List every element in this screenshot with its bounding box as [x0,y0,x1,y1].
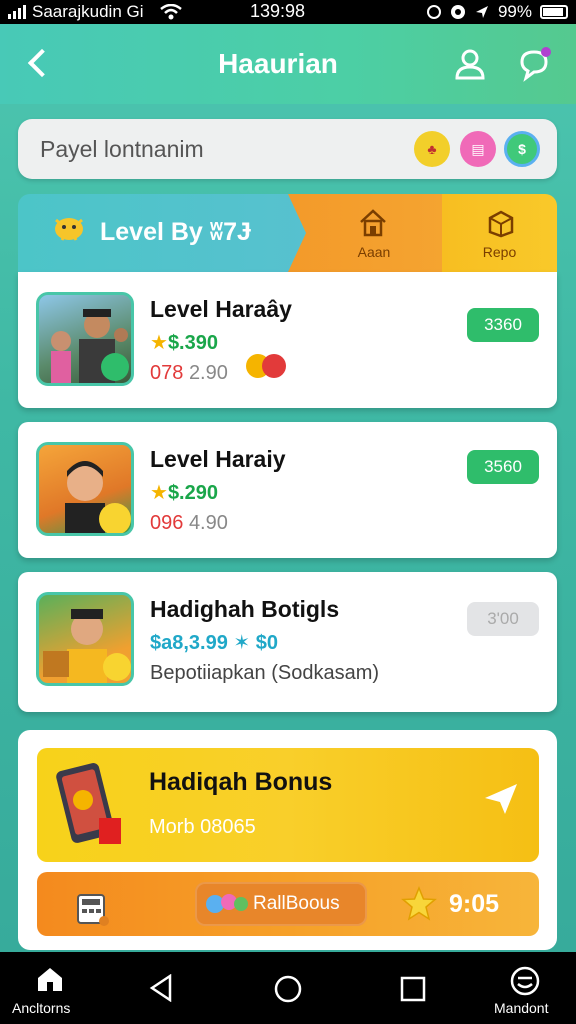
signal-icon [8,5,26,19]
search-placeholder: Payel lontnanim [40,136,204,162]
price-button[interactable]: 3560 [467,450,539,484]
price-button[interactable]: 3360 [467,308,539,342]
card-price: ★$.290 [150,482,218,504]
card-title: Level Haraiy [150,446,286,472]
nav-profile[interactable]: Mandont [494,966,564,1022]
list-item[interactable]: Level Haraiy ★$.290 096 4.90 3560 [18,422,557,558]
price-button[interactable]: 3'00 [467,602,539,636]
tab-repo[interactable]: Repo [442,194,557,272]
pink-badge-icon[interactable]: ▤ [460,131,496,167]
nav-profile-label: Mandont [494,1000,549,1016]
battery-percent: 99% [497,2,532,21]
location-icon [475,6,488,18]
card-subtitle: 078 2.90 [150,362,228,384]
home-nav-icon[interactable] [273,974,303,1004]
send-arrow-icon[interactable] [483,780,519,816]
bonus-subtitle: Morb 08065 [149,816,256,838]
chat-icon[interactable] [516,46,552,82]
tab-aran-label: Aaan [357,244,391,260]
characters-icon [206,894,248,913]
green-badge-icon[interactable]: $ [504,131,540,167]
box-icon [488,210,514,238]
status-time: 139:98 [250,1,306,21]
card-subtitle: Bepotiiapkan (Sodkasam) [150,662,380,684]
card-title: Level Haraây [150,296,292,322]
card-subtitle: 096 4.90 [150,512,228,534]
rewards-pill-label: RallBoous [253,893,340,914]
phone-icon [56,763,121,844]
nav-home-label: Ancltorns [12,1000,71,1016]
nav-home[interactable]: Ancltorns [12,966,88,1022]
bonus-title: Hadiqah Bonus [149,768,333,796]
card-price: $a8,3.99 ✶ $0 [150,632,278,654]
yellow-badge-icon[interactable]: ♣ [414,131,450,167]
house-icon [360,209,386,237]
thumbnail-image [36,592,134,686]
recents-nav-icon[interactable] [400,976,426,1002]
rewards-pill[interactable]: RallBoous [195,882,367,926]
account-icon [510,966,540,996]
tab-level[interactable]: Level By ʬ7Ɉ [18,194,308,272]
profile-icon[interactable] [452,46,488,82]
bottom-navigation: Ancltorns Mandont [0,952,576,1024]
bonus-banner[interactable]: Hadiqah Bonus Morb 08065 [37,748,539,862]
sync-icon [426,5,441,19]
tab-repo-label: Repo [482,244,517,260]
carrier-name: Saarajkudin Gi [32,2,144,21]
wifi-icon [159,4,182,20]
list-item[interactable]: Hadighah Botigls $a8,3.99 ✶ $0 Bepotiiap… [18,572,557,712]
battery-icon [540,5,568,19]
card-title: Hadighah Botigls [150,596,340,622]
tab-strip: Level By ʬ7Ɉ Aaan Repo [18,194,557,272]
rewards-value: 9:05 [449,890,500,918]
card-price: ★$.390 [150,332,218,354]
smiley-icon [55,218,83,241]
star-icon [401,886,437,921]
search-bar[interactable]: Payel lontnanim ♣ ▤ $ [18,119,557,179]
status-bar: Saarajkudin Gi 139:98 99% [0,0,576,24]
back-nav-icon[interactable] [148,974,174,1002]
home-icon [38,968,62,991]
thumbnail-image [36,442,134,536]
thumbnail-image [36,292,134,386]
list-item[interactable]: Level Haraây ★$.390 078 2.90 3360 [18,272,557,408]
alarm-icon [450,5,465,19]
app-header: Haaurian [0,24,576,104]
rewards-bar[interactable]: RallBoous 9:05 [37,872,539,936]
calculator-icon [77,894,109,926]
tab-level-label: Level By ʬ7Ɉ [100,218,251,246]
tab-aran[interactable]: Aaan [288,194,460,272]
coins-icon [246,354,286,378]
